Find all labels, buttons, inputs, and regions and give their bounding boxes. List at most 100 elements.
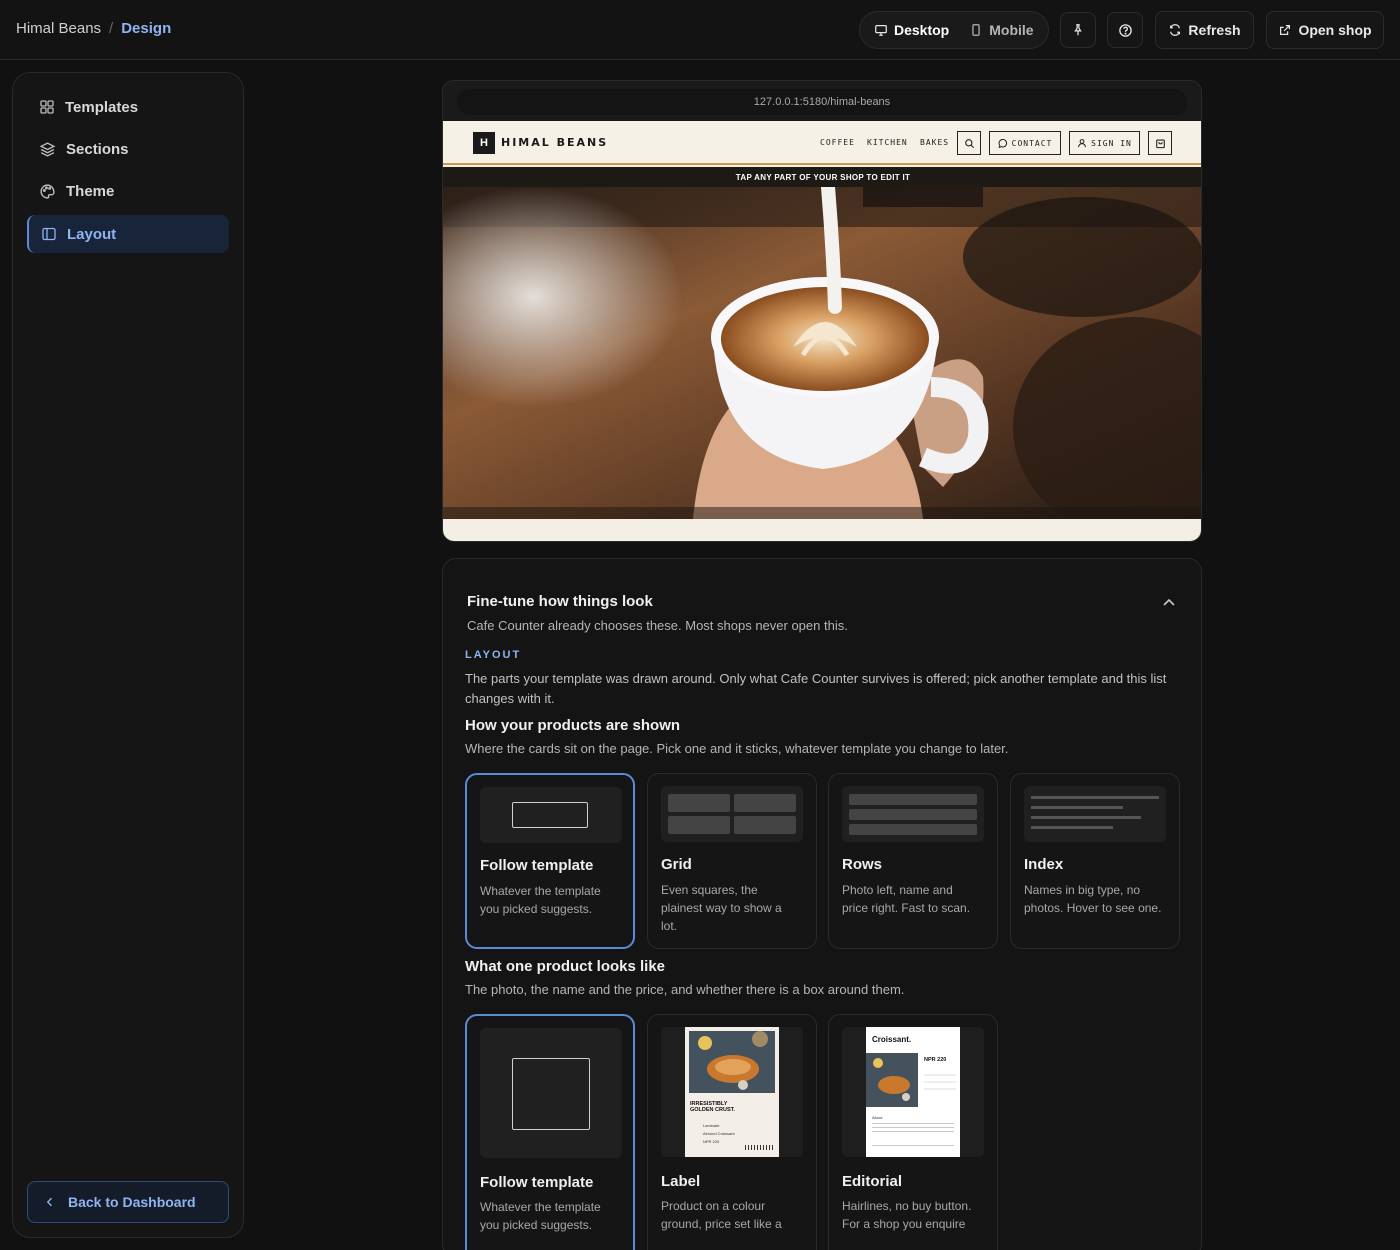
search-icon bbox=[964, 138, 974, 148]
sidebar: Templates Sections Theme Layout Back to … bbox=[12, 72, 244, 1238]
palette-icon bbox=[40, 183, 55, 199]
chevron-up-icon[interactable] bbox=[1161, 595, 1177, 611]
editorial-price: NPR 220 bbox=[924, 1057, 947, 1063]
option-name: Index bbox=[1024, 856, 1064, 873]
desktop-button[interactable]: Desktop bbox=[864, 15, 959, 45]
option-thumbnail: Croissant. NPR 220 About bbox=[842, 1027, 984, 1157]
help-button[interactable] bbox=[1107, 12, 1143, 48]
chat-icon bbox=[998, 138, 1007, 148]
open-shop-button[interactable]: Open shop bbox=[1266, 11, 1384, 49]
panel-subtitle: Cafe Counter already chooses these. Most… bbox=[467, 618, 848, 633]
shop-nav-kitchen[interactable]: KITCHEN bbox=[867, 138, 908, 147]
option-description: Whatever the template you picked suggest… bbox=[480, 884, 601, 916]
croissant-photo bbox=[689, 1031, 775, 1093]
user-icon bbox=[1078, 139, 1087, 148]
bag-icon bbox=[1155, 139, 1165, 148]
url-bar: 127.0.0.1:5180/himal-beans bbox=[457, 89, 1187, 115]
sidebar-item-label: Templates bbox=[65, 98, 139, 116]
label-type: Laminate bbox=[703, 1123, 720, 1128]
option-name: Follow template bbox=[480, 857, 594, 874]
shop-contact-button[interactable]: CONTACT bbox=[989, 131, 1061, 155]
sidebar-item-sections[interactable]: Sections bbox=[27, 130, 229, 168]
option-name: Rows bbox=[842, 856, 883, 873]
editorial-text-lines bbox=[872, 1123, 954, 1133]
shop-page[interactable]: H HIMAL BEANS COFFEE KITCHEN BAKES CONTA… bbox=[443, 121, 1201, 541]
layout-option-rows[interactable]: Rows Photo left, name and price right. F… bbox=[828, 773, 998, 949]
barcode bbox=[745, 1145, 773, 1150]
shop-nav-bakes[interactable]: BAKES bbox=[920, 138, 949, 147]
card-section-subtitle: The photo, the name and the price, and w… bbox=[465, 982, 905, 997]
shop-header[interactable]: H HIMAL BEANS COFFEE KITCHEN BAKES CONTA… bbox=[443, 121, 1201, 165]
panel-description: The parts your template was drawn around… bbox=[465, 671, 1167, 706]
option-name: Label bbox=[661, 1173, 701, 1190]
label-name: Almond Croissant bbox=[703, 1131, 735, 1136]
back-label: Back to Dashboard bbox=[68, 1194, 196, 1210]
mobile-label: Mobile bbox=[989, 22, 1034, 38]
phone-icon bbox=[972, 24, 980, 36]
layout-option-grid[interactable]: Grid Even squares, the plainest way to s… bbox=[647, 773, 817, 949]
option-description: Photo left, name and price right. Fast t… bbox=[842, 883, 971, 915]
option-thumbnail bbox=[480, 787, 622, 843]
top-bar: Himal Beans / Design Desktop Mobile Refr… bbox=[0, 0, 1400, 60]
option-description: Even squares, the plainest way to show a… bbox=[661, 883, 782, 933]
option-description: Hairlines, no buy button. For a shop you… bbox=[842, 1199, 972, 1231]
label-price: NPR 220 bbox=[703, 1139, 720, 1144]
shop-preview: 127.0.0.1:5180/himal-beans H HIMAL BEANS… bbox=[442, 80, 1202, 542]
shop-logo-mark: H bbox=[473, 132, 495, 154]
option-description: Names in big type, no photos. Hover to s… bbox=[1024, 883, 1162, 915]
option-thumbnail bbox=[1024, 786, 1166, 842]
back-to-dashboard-button[interactable]: Back to Dashboard bbox=[27, 1181, 229, 1223]
shop-sign-in-label: SIGN IN bbox=[1091, 138, 1132, 148]
layout-option-index[interactable]: Index Names in big type, no photos. Hove… bbox=[1010, 773, 1180, 949]
editorial-title: Croissant. bbox=[872, 1035, 912, 1044]
shop-nav-coffee[interactable]: COFFEE bbox=[820, 138, 855, 147]
panel-icon bbox=[42, 227, 56, 241]
latte-photo bbox=[443, 187, 1201, 519]
breadcrumb-separator: / bbox=[109, 20, 114, 37]
option-description: Whatever the template you picked suggest… bbox=[480, 1200, 601, 1232]
card-option-label[interactable]: IRRESISTIBLY GOLDEN CRUST. Laminate Almo… bbox=[647, 1014, 817, 1250]
sidebar-item-templates[interactable]: Templates bbox=[27, 88, 229, 126]
refresh-button[interactable]: Refresh bbox=[1155, 11, 1254, 49]
desktop-label: Desktop bbox=[894, 22, 950, 38]
option-description: Product on a colour ground, price set li… bbox=[661, 1199, 782, 1231]
layers-icon bbox=[39, 141, 56, 157]
breadcrumb-shop[interactable]: Himal Beans bbox=[16, 20, 101, 37]
breadcrumb-page: Design bbox=[121, 20, 172, 37]
hero-image[interactable] bbox=[443, 187, 1201, 519]
open-shop-label: Open shop bbox=[1298, 22, 1372, 38]
panel-title: Fine-tune how things look bbox=[467, 593, 653, 610]
option-thumbnail bbox=[480, 1028, 622, 1158]
device-toggle: Desktop Mobile bbox=[859, 11, 1049, 49]
card-option-editorial[interactable]: Croissant. NPR 220 About Editorial Hairl… bbox=[828, 1014, 998, 1250]
mobile-button[interactable]: Mobile bbox=[959, 15, 1043, 45]
chevron-left-icon bbox=[46, 1197, 52, 1207]
shop-contact-label: CONTACT bbox=[1011, 138, 1053, 148]
help-icon bbox=[1118, 23, 1132, 37]
editorial-footer-line bbox=[872, 1145, 954, 1146]
editorial-about: About bbox=[872, 1115, 883, 1120]
products-section-title: How your products are shown bbox=[465, 717, 681, 734]
option-thumbnail bbox=[842, 786, 984, 842]
shop-cart-button[interactable] bbox=[1148, 131, 1172, 155]
shop-sign-in-button[interactable]: SIGN IN bbox=[1069, 131, 1140, 155]
layout-option-follow-template[interactable]: Follow template Whatever the template yo… bbox=[465, 773, 635, 949]
sidebar-item-theme[interactable]: Theme bbox=[27, 172, 229, 210]
sidebar-item-label: Theme bbox=[66, 182, 115, 200]
sidebar-item-label: Layout bbox=[67, 225, 117, 243]
breadcrumb: Himal Beans / Design bbox=[16, 20, 171, 37]
monitor-icon bbox=[875, 25, 887, 36]
fine-tune-panel: Fine-tune how things look Cafe Counter a… bbox=[442, 558, 1202, 1250]
grid-icon bbox=[40, 100, 54, 114]
sidebar-item-layout[interactable]: Layout bbox=[27, 215, 229, 253]
pin-button[interactable] bbox=[1060, 12, 1096, 48]
option-name: Editorial bbox=[842, 1173, 903, 1190]
shop-logo-text: HIMAL BEANS bbox=[501, 136, 609, 149]
sidebar-item-label: Sections bbox=[66, 140, 129, 158]
shop-search-button[interactable] bbox=[957, 131, 981, 155]
refresh-icon bbox=[1170, 24, 1181, 36]
products-section-subtitle: Where the cards sit on the page. Pick on… bbox=[465, 741, 1009, 756]
card-option-follow-template[interactable]: Follow template Whatever the template yo… bbox=[465, 1014, 635, 1250]
label-headline: IRRESISTIBLY GOLDEN CRUST. bbox=[690, 1101, 735, 1113]
option-thumbnail: IRRESISTIBLY GOLDEN CRUST. Laminate Almo… bbox=[661, 1027, 803, 1157]
